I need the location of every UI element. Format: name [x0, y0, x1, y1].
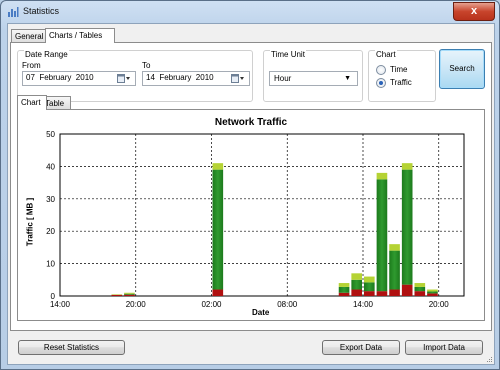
close-button[interactable]: x [453, 2, 495, 21]
bar-segment-main [376, 179, 388, 292]
calendar-dropdown-icon[interactable] [231, 74, 245, 83]
x-tick-label: 14:00 [353, 300, 374, 309]
x-tick-label: 14:00 [50, 300, 71, 309]
x-tick-label: 20:00 [429, 300, 450, 309]
bar-segment-top [124, 292, 135, 294]
x-tick-label: 02:00 [201, 300, 222, 309]
bar-segment-base [401, 284, 413, 296]
tab-charts-tables-label: Charts / Tables [49, 31, 103, 40]
tab-general-label: General [15, 32, 44, 41]
y-tick-label: 20 [46, 227, 55, 236]
traffic-radio-label: Traffic [390, 78, 412, 87]
y-tick-label: 50 [46, 130, 55, 139]
chevron-down-icon: ▼ [344, 75, 351, 82]
bar-segment-main [364, 282, 375, 292]
bar-segment-top [212, 163, 224, 170]
bar-segment-top [364, 276, 375, 283]
x-tick-label: 20:00 [126, 300, 147, 309]
bar-segment-main [427, 291, 438, 294]
time-radio[interactable] [376, 65, 386, 75]
to-date-value: 14 February 2010 [146, 73, 214, 82]
time-unit-select[interactable]: Hour ▼ [269, 71, 358, 86]
window-title: Statistics [23, 6, 60, 16]
from-date-value: 07 February 2010 [26, 73, 94, 82]
search-button[interactable]: Search [439, 49, 485, 89]
time-radio-label: Time [390, 65, 408, 74]
bar-segment-top [414, 283, 426, 287]
bar-segment-base [364, 291, 375, 296]
bar-segment-top [111, 294, 123, 295]
from-date-picker[interactable]: 07 February 2010 [22, 71, 136, 86]
calendar-dropdown-icon[interactable] [117, 74, 131, 83]
time-unit-value: Hour [274, 74, 292, 83]
bar-segment-top [351, 273, 362, 280]
y-tick-label: 10 [46, 260, 55, 269]
traffic-radio[interactable] [376, 78, 386, 88]
tab-chart-label: Chart [21, 98, 41, 107]
chart-panel: Network Traffic 0 10 20 30 40 50 14:00 20:00 02:… [17, 109, 485, 321]
bar-segment-main [338, 286, 350, 293]
chart-mode-label: Chart [375, 50, 397, 59]
network-traffic-chart: 0102030405014:00 20:00 02:00 08:00 14:00 20:0… [46, 130, 465, 309]
bar-segment-base [414, 291, 426, 296]
resize-grip-icon[interactable] [485, 355, 493, 363]
client-area: General Charts / Tables Date Range From … [7, 23, 495, 365]
export-data-button[interactable]: Export Data [322, 340, 400, 355]
bar-segment-top [389, 244, 400, 251]
tab-charts-tables[interactable]: Charts / Tables [45, 28, 115, 43]
bar-segment-main [212, 169, 224, 290]
chart-mode-group: Chart Time Traffic [368, 50, 436, 102]
bar-segment-main [414, 286, 426, 292]
time-unit-label: Time Unit [270, 50, 306, 59]
bar-segment-main [351, 279, 362, 290]
y-axis-title: Traffic [ MB ] [25, 197, 35, 247]
to-label: To [142, 61, 151, 70]
y-tick-label: 30 [46, 195, 55, 204]
from-label: From [22, 61, 41, 70]
close-icon: x [470, 5, 478, 17]
x-axis-title: Date [252, 308, 270, 317]
bar-segment-base [111, 294, 123, 296]
bar-segment-top [427, 289, 438, 292]
bar-segment-main [401, 169, 413, 285]
bar-segment-top [338, 283, 350, 287]
import-data-button[interactable]: Import Data [405, 340, 483, 355]
to-date-picker[interactable]: 14 February 2010 [142, 71, 250, 86]
bar-segment-base [427, 293, 438, 296]
charts-tables-page: Date Range From 07 February 2010 To 14 F… [10, 42, 492, 331]
statistics-app-icon [8, 7, 19, 17]
bar-segment-base [338, 292, 350, 296]
bar-segment-top [401, 163, 413, 170]
bar-segment-base [376, 291, 388, 296]
bar-segment-top [376, 172, 388, 180]
date-range-label: Date Range [24, 50, 69, 59]
bar-segment-base [351, 289, 362, 296]
statistics-window: Statistics x General Charts / Tables Dat… [0, 0, 500, 370]
tab-table-label: Table [45, 99, 65, 108]
time-unit-group: Time Unit Hour ▼ [263, 50, 363, 102]
bar-segment-main [389, 250, 400, 290]
date-range-group: Date Range From 07 February 2010 To 14 F… [17, 50, 253, 102]
y-tick-label: 40 [46, 162, 55, 171]
bar-segment-base [389, 289, 400, 296]
x-tick-label: 08:00 [277, 300, 298, 309]
reset-statistics-button[interactable]: Reset Statistics [18, 340, 125, 355]
bar-segment-base [212, 289, 224, 296]
title-bar[interactable]: Statistics x [1, 1, 499, 23]
tab-chart[interactable]: Chart [17, 95, 47, 110]
bar-segment-base [124, 294, 135, 296]
bar-segment-main [124, 293, 135, 295]
